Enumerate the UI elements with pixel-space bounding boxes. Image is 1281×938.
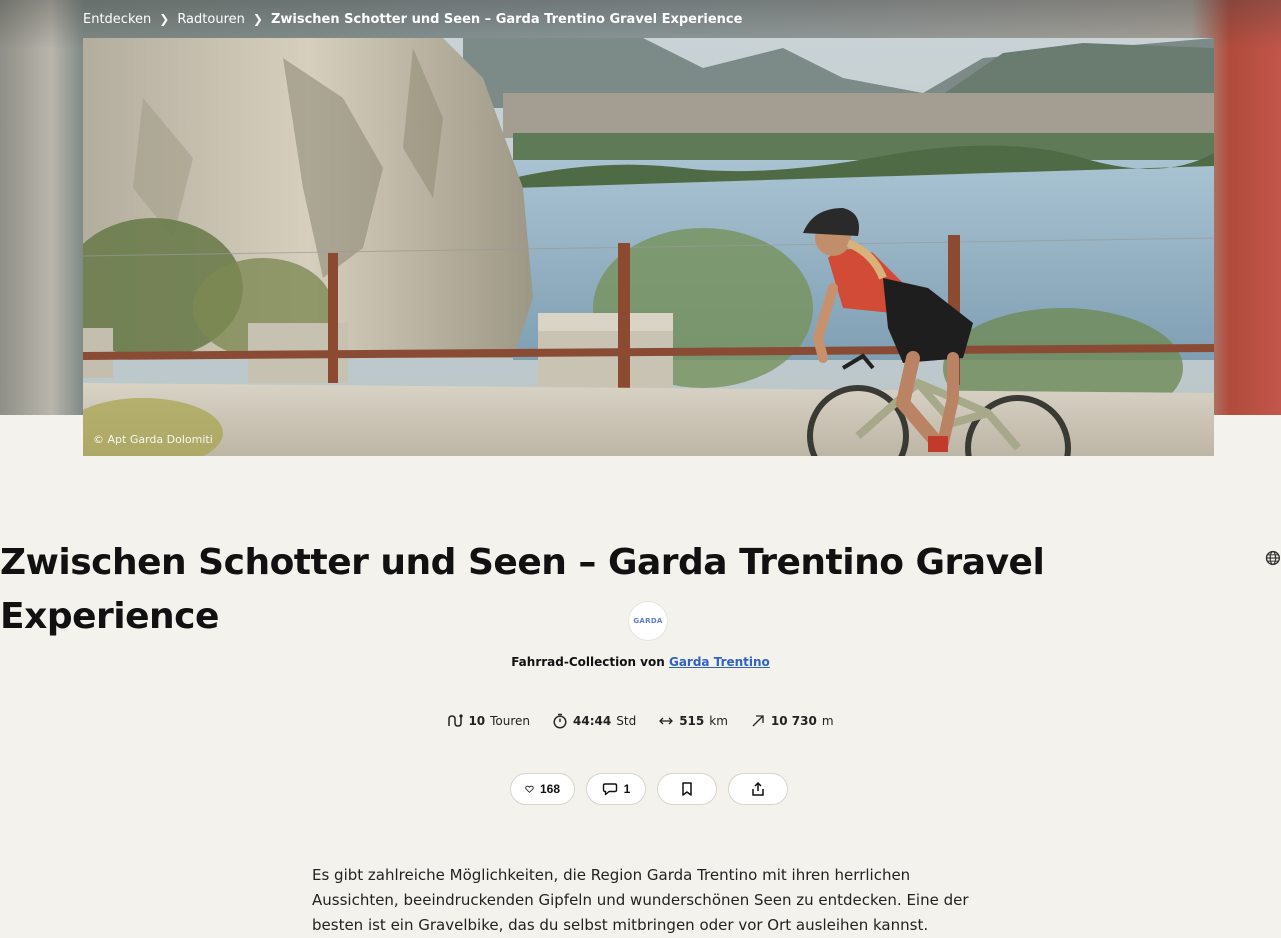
owner-prefix: Fahrrad-Collection von (511, 655, 665, 669)
stat-distance-unit: km (709, 714, 728, 728)
collection-description: Es gibt zahlreiche Möglichkeiten, die Re… (312, 866, 969, 934)
avatar-logo-text: GARDA (633, 617, 663, 625)
photo-credit: © Apt Garda Dolomiti (93, 433, 213, 446)
breadcrumb-current: Zwischen Schotter und Seen – Garda Trent… (270, 11, 743, 27)
breadcrumb-radtouren[interactable]: Radtouren (177, 12, 245, 27)
collection-stats: 10 Touren 44:44 Std 515 km 10 730 m (0, 713, 1281, 729)
chevron-right-icon: ❯ (159, 12, 170, 26)
share-button[interactable] (728, 773, 788, 805)
stat-distance-value: 515 (679, 714, 705, 728)
stat-duration-value: 44:44 (573, 714, 612, 728)
stat-tours-unit: Touren (490, 714, 531, 728)
bookmark-icon (682, 782, 692, 796)
stat-duration-unit: Std (616, 714, 637, 728)
page-title: Zwischen Schotter und Seen – Garda Trent… (0, 542, 1045, 637)
heart-icon (525, 785, 534, 793)
stat-elevation: 10 730 m (750, 713, 834, 729)
hero-image: © Apt Garda Dolomiti (83, 38, 1214, 456)
bookmark-button[interactable] (657, 773, 717, 805)
hero-photo-illustration (83, 38, 1214, 456)
comment-button[interactable]: 1 (586, 773, 646, 805)
arrow-up-right-icon (752, 715, 764, 727)
owner-line: Fahrrad-Collection von Garda Trentino (0, 655, 1281, 669)
owner-link[interactable]: Garda Trentino (669, 655, 770, 669)
owner-avatar[interactable]: GARDA (629, 602, 667, 640)
stat-distance: 515 km (658, 713, 728, 729)
stat-tours-value: 10 (468, 714, 486, 728)
stat-elevation-value: 10 730 (770, 714, 817, 728)
action-bar: 168 1 (510, 773, 788, 805)
stat-tours: 10 Touren (447, 713, 530, 729)
chevron-right-icon: ❯ (252, 12, 263, 26)
route-icon (448, 714, 464, 727)
like-button[interactable]: 168 (510, 773, 575, 805)
comment-icon (602, 783, 617, 796)
stat-elevation-unit: m (821, 714, 834, 728)
distance-arrows-icon (659, 717, 674, 725)
comment-count: 1 (623, 782, 631, 796)
breadcrumb-entdecken[interactable]: Entdecken (83, 12, 151, 27)
stopwatch-icon (553, 713, 567, 729)
like-count: 168 (539, 782, 560, 796)
globe-icon[interactable] (1265, 550, 1281, 566)
stat-duration: 44:44 Std (552, 713, 636, 729)
breadcrumb: Entdecken ❯ Radtouren ❯ Zwischen Schotte… (83, 10, 742, 28)
share-icon (752, 781, 764, 796)
